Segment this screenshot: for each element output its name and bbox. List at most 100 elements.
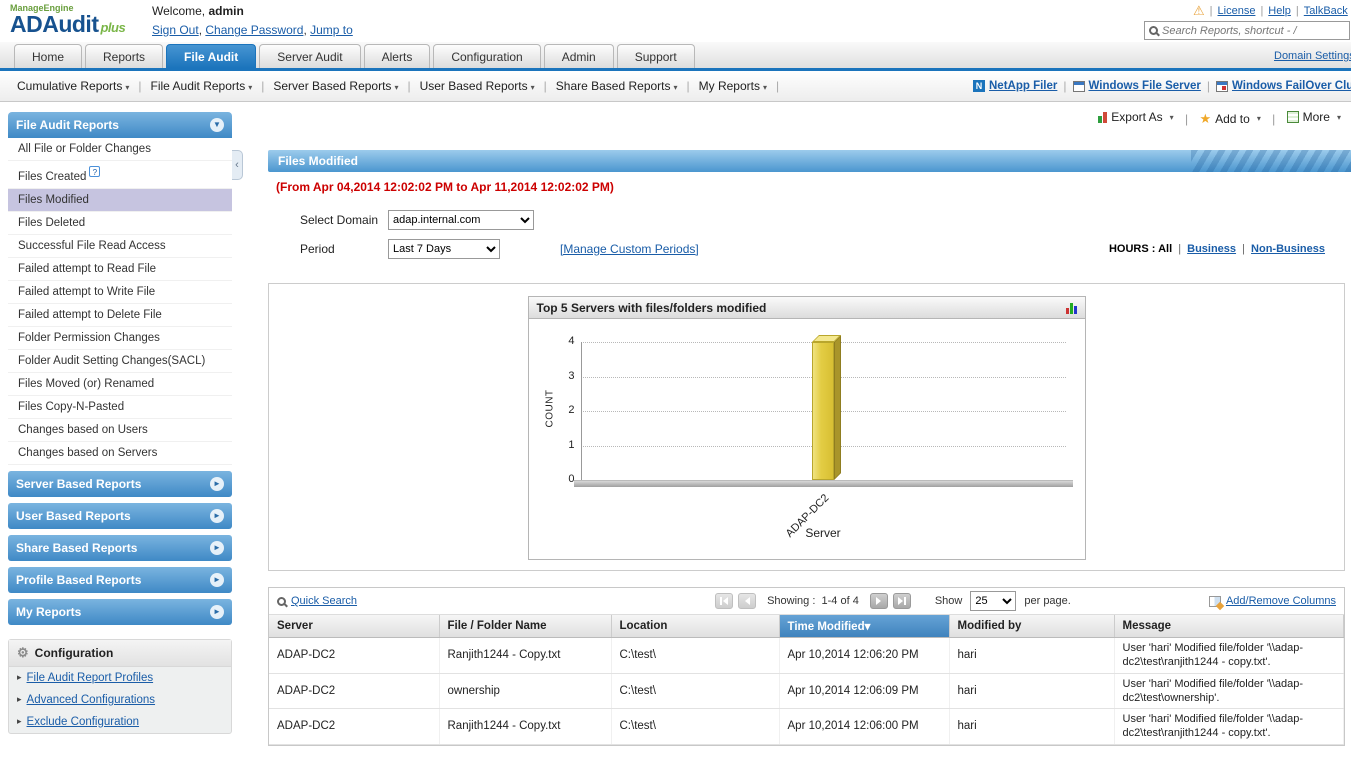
account-link-change-password[interactable]: Change Password bbox=[205, 23, 303, 37]
table-row[interactable]: ADAP-DC2 Ranjith1244 - Copy.txt C:\test\ Ap… bbox=[269, 708, 1344, 745]
menu-server-based-reports[interactable]: Server Based Reports ▾ bbox=[264, 79, 407, 93]
tab-reports[interactable]: Reports bbox=[85, 44, 164, 68]
tab-alerts[interactable]: Alerts bbox=[363, 44, 431, 68]
tab-admin[interactable]: Admin bbox=[543, 44, 614, 68]
add-remove-columns[interactable]: Add/Remove Columns bbox=[1208, 595, 1336, 607]
cell-message: User 'hari' Modified file/folder '\\adap… bbox=[1114, 673, 1344, 710]
sidebar-item-files-modified[interactable]: Files Modified bbox=[8, 188, 232, 212]
search-input[interactable] bbox=[1162, 24, 1345, 37]
sidebar-section-my-reports[interactable]: My Reports ► bbox=[8, 598, 232, 625]
y-axis bbox=[580, 342, 582, 480]
tab-file-audit[interactable]: File Audit bbox=[166, 44, 257, 68]
tab-server-audit[interactable]: Server Audit bbox=[259, 44, 361, 68]
chevron-down-icon: ▼ bbox=[210, 118, 224, 132]
column-header-time-modified[interactable]: Time Modified▾ bbox=[779, 615, 950, 638]
showing-label: Showing : bbox=[767, 595, 816, 607]
sidebar-item-folder-audit-setting-changes-sacl[interactable]: Folder Audit Setting Changes(SACL) bbox=[8, 350, 232, 373]
next-page-button[interactable] bbox=[869, 593, 888, 609]
x-axis-title: Server bbox=[805, 526, 841, 540]
sidebar-collapse-handle[interactable]: ‹ bbox=[232, 150, 243, 180]
menu-user-based-reports[interactable]: User Based Reports ▾ bbox=[411, 79, 544, 93]
more-button[interactable]: More ▾ bbox=[1286, 110, 1341, 124]
table-header-row: Server File / Folder Name Location Time Mod… bbox=[269, 615, 1344, 638]
tab-configuration[interactable]: Configuration bbox=[433, 44, 541, 68]
account-link-sign-out[interactable]: Sign Out bbox=[152, 23, 199, 37]
export-as-button[interactable]: Export As ▾ bbox=[1098, 110, 1174, 124]
sidebar-item-changes-based-on-servers[interactable]: Changes based on Servers bbox=[8, 442, 232, 465]
sidebar-item-label: All File or Folder Changes bbox=[18, 143, 151, 155]
first-page-button[interactable] bbox=[715, 593, 734, 609]
manage-custom-periods-link[interactable]: [Manage Custom Periods] bbox=[560, 242, 699, 256]
table-row[interactable]: ADAP-DC2 ownership C:\test\ Apr 10,2014 12:… bbox=[269, 673, 1344, 710]
domain-select[interactable]: adap.internal.com bbox=[388, 210, 534, 230]
config-link-advanced-configurations[interactable]: Advanced Configurations bbox=[27, 694, 156, 706]
sidebar-item-label: Changes based on Users bbox=[18, 423, 148, 436]
period-select[interactable]: Last 7 Days bbox=[388, 239, 500, 259]
top-link-license[interactable]: License bbox=[1218, 5, 1256, 17]
hours-business-link[interactable]: Business bbox=[1187, 243, 1236, 255]
link-netapp-filer-text[interactable]: NetApp Filer bbox=[989, 80, 1057, 92]
sidebar-item-files-copy-n-pasted[interactable]: Files Copy-N-Pasted bbox=[8, 396, 232, 419]
menu-my-reports[interactable]: My Reports ▾ bbox=[690, 79, 776, 93]
menu-cumulative-reports[interactable]: Cumulative Reports ▾ bbox=[8, 79, 138, 93]
sidebar-item-successful-file-read-access[interactable]: Successful File Read Access bbox=[8, 235, 232, 258]
tab-support[interactable]: Support bbox=[616, 44, 695, 68]
config-link-exclude-configuration[interactable]: Exclude Configuration bbox=[27, 716, 140, 728]
sidebar-item-folder-permission-changes[interactable]: Folder Permission Changes bbox=[8, 327, 232, 350]
sidebar-section-file-audit-reports[interactable]: File Audit Reports ▼ bbox=[8, 112, 232, 138]
prev-page-button[interactable] bbox=[738, 593, 757, 609]
sidebar-item-files-moved-or-renamed[interactable]: Files Moved (or) Renamed bbox=[8, 373, 232, 396]
windows-failover-cluster-icon bbox=[1216, 80, 1228, 92]
sidebar-item-files-deleted[interactable]: Files Deleted bbox=[8, 212, 232, 235]
configuration-title: Configuration bbox=[34, 645, 114, 660]
last-page-button[interactable] bbox=[892, 593, 911, 609]
search-icon bbox=[1149, 26, 1158, 35]
table-row[interactable]: ADAP-DC2 Ranjith1244 - Copy.txt C:\test\ Ap… bbox=[269, 637, 1344, 674]
link-windows-failover-cluster-text[interactable]: Windows FailOver Cluster bbox=[1232, 80, 1351, 92]
sidebar-item-failed-attempt-to-write-file[interactable]: Failed attempt to Write File bbox=[8, 281, 232, 304]
column-header-location[interactable]: Location bbox=[611, 615, 780, 638]
column-header-message[interactable]: Message bbox=[1114, 615, 1344, 638]
caret-down-icon: ▾ bbox=[673, 83, 678, 92]
configuration-header: ⚙ Configuration bbox=[9, 639, 231, 667]
sidebar-item-changes-based-on-users[interactable]: Changes based on Users bbox=[8, 419, 232, 442]
hours-all: All bbox=[1158, 243, 1173, 255]
tab-home[interactable]: Home bbox=[14, 44, 83, 68]
column-header-modified-by[interactable]: Modified by bbox=[949, 615, 1115, 638]
link-windows-failover-cluster[interactable]: Windows FailOver Cluster bbox=[1216, 80, 1351, 92]
sidebar-item-failed-attempt-to-delete-file[interactable]: Failed attempt to Delete File bbox=[8, 304, 232, 327]
bar-chart-icon[interactable] bbox=[1065, 302, 1077, 314]
cell-location: C:\test\ bbox=[611, 708, 780, 745]
bar[interactable] bbox=[812, 342, 834, 480]
add-to-button[interactable]: ★ Add to ▾ bbox=[1199, 112, 1260, 126]
menu-file-audit-reports[interactable]: File Audit Reports ▾ bbox=[142, 79, 262, 93]
report-period-text: (From Apr 04,2014 12:02:02 PM to Apr 11,… bbox=[276, 180, 614, 194]
config-link-file-audit-report-profiles[interactable]: File Audit Report Profiles bbox=[27, 672, 154, 684]
link-windows-file-server-text[interactable]: Windows File Server bbox=[1089, 80, 1201, 92]
sidebar-section-label: Share Based Reports bbox=[16, 540, 138, 555]
page-size-select[interactable]: 25 bbox=[970, 591, 1017, 611]
sidebar-section-server-based-reports[interactable]: Server Based Reports ► bbox=[8, 470, 232, 497]
configuration-panel: ⚙ Configuration ▸ File Audit Report Profi… bbox=[8, 638, 232, 734]
sidebar-section-user-based-reports[interactable]: User Based Reports ► bbox=[8, 502, 232, 529]
top-link-talkback[interactable]: TalkBack bbox=[1304, 5, 1348, 17]
sidebar-item-failed-attempt-to-read-file[interactable]: Failed attempt to Read File bbox=[8, 258, 232, 281]
welcome-block: Welcome, admin Sign Out, Change Password… bbox=[152, 4, 353, 37]
sidebar-item-all-file-or-folder-changes[interactable]: All File or Folder Changes bbox=[8, 138, 232, 161]
top-link-help[interactable]: Help bbox=[1268, 5, 1291, 17]
sidebar-item-files-created[interactable]: Files Created? bbox=[8, 161, 232, 189]
link-windows-file-server[interactable]: Windows File Server bbox=[1072, 80, 1201, 92]
sidebar-section-share-based-reports[interactable]: Share Based Reports ► bbox=[8, 534, 232, 561]
separator: | bbox=[1063, 79, 1067, 93]
hours-non-business-link[interactable]: Non-Business bbox=[1251, 243, 1325, 255]
account-link-jump-to[interactable]: Jump to bbox=[310, 23, 353, 37]
add-remove-columns-link[interactable]: Add/Remove Columns bbox=[1226, 595, 1336, 607]
quick-search-link[interactable]: Quick Search bbox=[291, 595, 357, 607]
chevron-right-icon: ► bbox=[210, 508, 224, 523]
menu-share-based-reports[interactable]: Share Based Reports ▾ bbox=[547, 79, 687, 93]
sidebar-section-profile-based-reports[interactable]: Profile Based Reports ► bbox=[8, 566, 232, 593]
column-header-file-folder-name[interactable]: File / Folder Name bbox=[439, 615, 612, 638]
column-header-server[interactable]: Server bbox=[269, 615, 440, 638]
domain-settings-link[interactable]: Domain Settings bbox=[1274, 50, 1351, 62]
link-netapp-filer[interactable]: N NetApp Filer bbox=[973, 80, 1057, 92]
